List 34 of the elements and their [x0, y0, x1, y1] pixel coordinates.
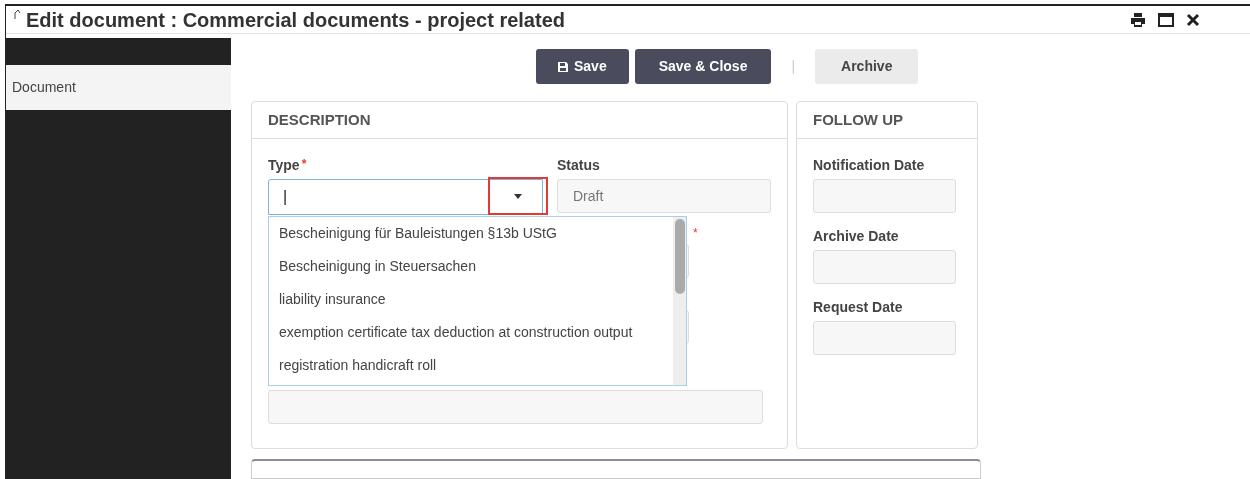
field-label: Type* — [268, 156, 308, 175]
date-field[interactable] — [813, 179, 956, 213]
status-field: Draft — [557, 179, 771, 213]
maximize-icon[interactable] — [1158, 12, 1174, 27]
dropdown-option[interactable]: liability insurance — [269, 283, 672, 316]
input-field[interactable] — [268, 390, 763, 424]
dropdown-option[interactable]: Bescheinigung in Steuersachen — [269, 250, 672, 283]
date-field[interactable] — [813, 250, 956, 284]
dropdown-toggle[interactable] — [488, 177, 548, 215]
required-mark: * — [301, 157, 307, 171]
input-text: | — [282, 187, 288, 207]
archive-button[interactable]: Archive — [815, 48, 919, 84]
field-label: Request Date — [813, 298, 904, 317]
scrollbar[interactable] — [673, 217, 686, 385]
date-field[interactable] — [813, 321, 956, 355]
save-button[interactable]: Save — [536, 48, 629, 84]
dropdown-option[interactable]: registration handicraft roll — [269, 349, 672, 382]
sidebar-item[interactable]: Document — [6, 65, 231, 110]
panel-title: FOLLOW UP — [813, 109, 903, 130]
save-close-button[interactable]: Save & Close — [634, 48, 772, 84]
field-label: Archive Date — [813, 227, 900, 246]
field-label: Status — [557, 156, 601, 175]
window-title: Edit document : Commercial documents - project related — [26, 7, 565, 32]
dropdown-option[interactable]: Bescheinigung für Bauleistungen §13b UStG — [269, 217, 672, 250]
print-icon[interactable] — [1130, 11, 1146, 28]
separator: | — [791, 56, 796, 76]
close-icon[interactable] — [1186, 12, 1200, 27]
dropdown-option[interactable]: exemption certificate tax deduction at construction output — [269, 316, 672, 349]
save-icon — [558, 61, 568, 72]
caret-icon — [514, 193, 522, 199]
resize-icon — [14, 8, 22, 20]
panel-title: DESCRIPTION — [268, 109, 371, 130]
field-label: Notification Date — [813, 156, 926, 175]
required-mark: * — [693, 225, 698, 242]
